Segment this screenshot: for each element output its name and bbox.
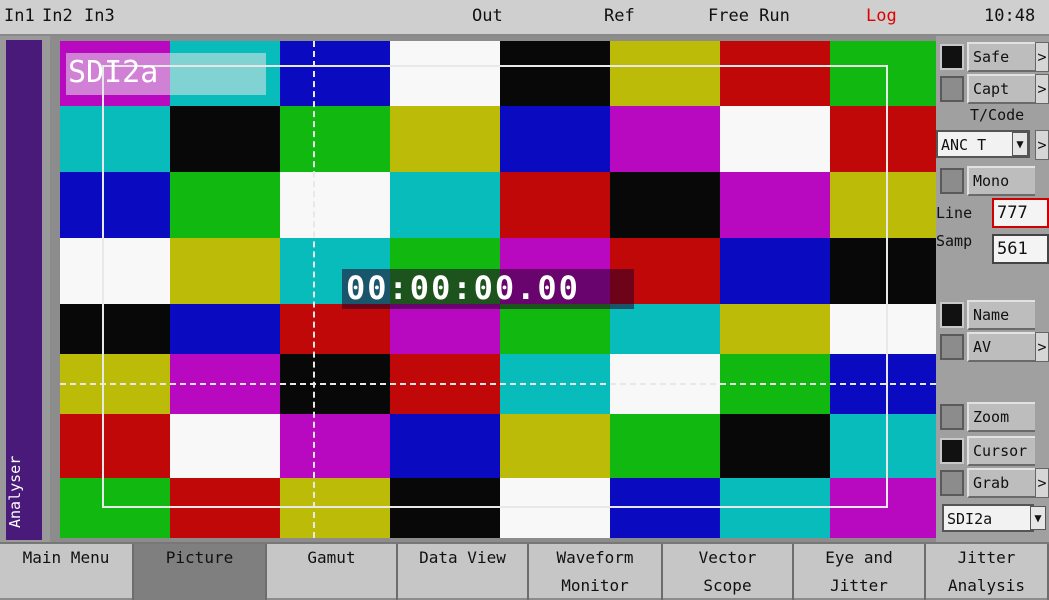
cursor-button[interactable]: Cursor [967, 436, 1035, 466]
free-run-indicator: Free Run [708, 6, 790, 26]
line-field[interactable]: 777 [992, 198, 1049, 228]
tcode-label: T/Code [970, 106, 1025, 124]
name-checkbox[interactable] [940, 302, 964, 328]
capt-button[interactable]: Capt [967, 74, 1035, 104]
menu-tab-0[interactable]: Main Menu [0, 544, 134, 600]
line-label: Line [936, 204, 973, 222]
sidebar: Analyser [0, 36, 50, 542]
analyser-tab-label: Analyser [6, 455, 24, 528]
safe-checkbox[interactable] [940, 44, 964, 70]
menu-tab-label: Jitter [957, 548, 1016, 567]
menu-tab-4[interactable]: Waveform Monitor [529, 544, 663, 600]
menu-tab-label: Waveform [556, 548, 634, 567]
menu-tab-sublabel: Analysis [947, 576, 1026, 595]
menu-tab-5[interactable]: Vector Scope [663, 544, 794, 600]
zoom-checkbox[interactable] [940, 404, 964, 430]
source-label: SDI2a [68, 55, 159, 90]
safe-arrow-button[interactable]: > [1035, 42, 1049, 72]
av-checkbox[interactable] [940, 334, 964, 360]
grab-checkbox[interactable] [940, 470, 964, 496]
timecode-overlay: 00:00:00.00 [346, 269, 580, 307]
name-button[interactable]: Name [967, 300, 1035, 330]
capt-checkbox[interactable] [940, 76, 964, 102]
capt-arrow-button[interactable]: > [1035, 74, 1049, 104]
tcode-arrow-button[interactable]: > [1035, 130, 1049, 160]
clock: 10:48 [984, 6, 1036, 26]
cursor-horizontal-line[interactable] [60, 383, 936, 385]
out-indicator: Out [472, 6, 503, 26]
menu-tab-label: Eye and [825, 548, 893, 567]
menu-tab-1[interactable]: Picture [134, 544, 267, 600]
source-select[interactable]: SDI2a [942, 504, 1034, 532]
mono-button[interactable]: Mono [967, 166, 1035, 196]
menu-tab-6[interactable]: Eye and Jitter [794, 544, 926, 600]
samp-field[interactable]: 561 [992, 234, 1049, 264]
menu-tab-7[interactable]: Jitter Analysis [926, 544, 1049, 600]
grab-arrow-button[interactable]: > [1035, 468, 1049, 498]
safe-button[interactable]: Safe [967, 42, 1035, 72]
menu-tab-label: Vector [698, 548, 757, 567]
cursor-checkbox[interactable] [940, 438, 964, 464]
grab-button[interactable]: Grab [967, 468, 1035, 498]
menu-tab-label: Gamut [307, 548, 356, 567]
tcode-dropdown-icon[interactable]: ▼ [1012, 132, 1028, 156]
samp-label: Samp [936, 232, 973, 250]
menu-tab-2[interactable]: Gamut [267, 544, 398, 600]
zoom-button[interactable]: Zoom [967, 402, 1035, 432]
control-panel: Safe > Capt > T/Code ANC T ▼ > Mono Line… [936, 36, 1049, 542]
menu-tab-sublabel: Jitter [830, 576, 888, 595]
picture-display[interactable]: SDI2a 00:00:00.00 [60, 41, 936, 538]
menu-tab-label: Main Menu [22, 548, 110, 567]
cursor-vertical-line[interactable] [313, 41, 315, 538]
ref-indicator: Ref [604, 6, 635, 26]
menu-tab-label: Data View [419, 548, 506, 567]
log-indicator[interactable]: Log [866, 6, 897, 26]
menu-tab-3[interactable]: Data View [398, 544, 529, 600]
av-arrow-button[interactable]: > [1035, 332, 1049, 362]
menu-tab-sublabel: Monitor [561, 576, 629, 595]
bottom-menu-bar: Main Menu Picture Gamut Data View Waveform Mo… [0, 542, 1049, 600]
av-button[interactable]: AV [967, 332, 1035, 362]
input-3-indicator[interactable]: In3 [84, 6, 115, 26]
input-1-indicator[interactable]: In1 [4, 6, 35, 26]
mono-checkbox[interactable] [940, 168, 964, 194]
status-bar: In1 In2 In3 Out Ref Free Run Log 10:48 [0, 0, 1049, 36]
source-dropdown-icon[interactable]: ▼ [1030, 506, 1046, 530]
analyser-tab[interactable]: Analyser [6, 40, 42, 540]
menu-tab-label: Picture [165, 548, 234, 567]
input-2-indicator[interactable]: In2 [42, 6, 73, 26]
menu-tab-sublabel: Scope [703, 576, 752, 595]
